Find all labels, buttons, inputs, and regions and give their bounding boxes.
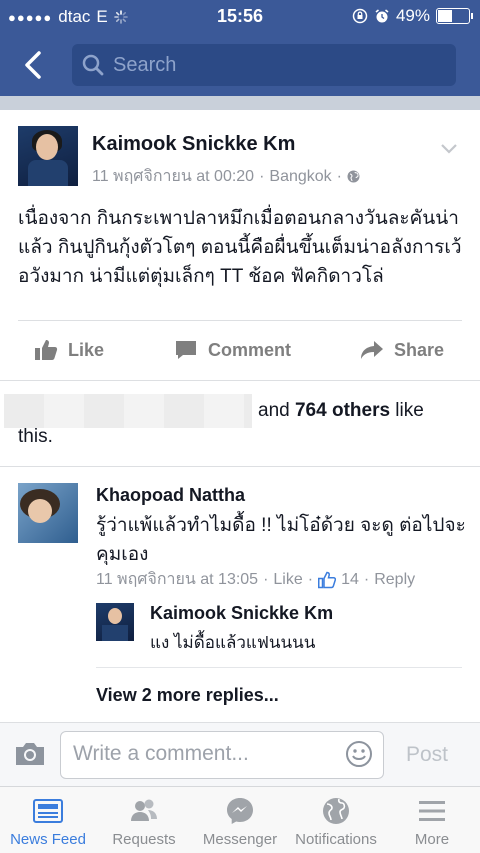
reply-author-avatar[interactable] [96, 603, 134, 641]
comment-like-count[interactable]: 14 [341, 571, 359, 589]
search-bar[interactable]: Search [72, 44, 456, 86]
back-arrow-icon[interactable] [22, 50, 44, 80]
post-meta: 11 พฤศจิกายน at 00:20 · Bangkok · [92, 164, 360, 189]
tab-requests[interactable]: Requests [96, 795, 192, 848]
post-actions: Like Comment Share [0, 322, 480, 380]
rotation-lock-icon [352, 8, 368, 24]
view-more-replies-link[interactable]: View 2 more replies... [96, 685, 279, 706]
bottom-tab-bar: News Feed Requests Messenger Notificatio… [0, 786, 480, 853]
alarm-icon [375, 9, 389, 23]
post-text: เนื่องจาก กินกระเพาปลาหมึกเมื่อตอนกลางวั… [18, 208, 462, 287]
navigation-bar: Search [0, 34, 480, 96]
reply-author-name[interactable]: Kaimook Snickke Km [150, 603, 333, 624]
comment-date: 11 พฤศจิกายน at 13:05 [96, 571, 259, 588]
like-button[interactable]: Like [34, 338, 104, 362]
comment-like-link[interactable]: Like [273, 571, 302, 589]
share-arrow-icon [361, 341, 383, 359]
commenter-avatar[interactable] [18, 483, 78, 543]
post-author-name[interactable]: Kaimook Snickke Km [92, 133, 295, 156]
tab-news-feed[interactable]: News Feed [0, 795, 96, 848]
likes-count: 764 others [294, 400, 391, 421]
liker-names-blurred[interactable] [4, 394, 252, 428]
likes-summary-end: this. [18, 426, 53, 447]
tab-more[interactable]: More [384, 795, 480, 848]
comment-bubble-icon [176, 341, 196, 359]
post-date[interactable]: 11 พฤศจิกายน at 00:20 [92, 164, 254, 189]
comment-meta: 11 พฤศจิกายน at 13:05 · Like · 14 · Repl… [96, 567, 415, 592]
globe-icon [323, 798, 349, 824]
comment-input-box[interactable] [60, 731, 384, 779]
tab-notifications[interactable]: Notifications [288, 795, 384, 848]
post-card: Kaimook Snickke Km 11 พฤศจิกายน at 00:20… [0, 110, 480, 466]
post-comment-button[interactable]: Post [406, 743, 448, 767]
search-icon [82, 54, 104, 76]
likes-summary[interactable]: and 764 others like [258, 400, 424, 422]
tab-messenger[interactable]: Messenger [192, 795, 288, 848]
share-button[interactable]: Share [360, 338, 444, 362]
menu-icon [419, 801, 445, 821]
news-feed-icon [33, 799, 63, 823]
status-bar: ●●●●● dtac E 15:56 49% [0, 0, 480, 34]
comment-input[interactable] [71, 741, 335, 767]
divider [18, 320, 462, 321]
camera-icon[interactable] [14, 741, 46, 767]
battery-icon [436, 8, 473, 24]
comment-reply-link[interactable]: Reply [374, 571, 415, 589]
comments-section: Khaopoad Nattha รู้ว่าแพ้แล้วทำไมดื้อ !!… [0, 466, 480, 723]
comment-text: รู้ว่าแพ้แล้วทำไมดื้อ !! ไม่โอ๋ด้วย จะดู… [96, 515, 466, 565]
post-location[interactable]: Bangkok [269, 168, 331, 186]
like-thumb-icon [35, 340, 58, 360]
smiley-icon[interactable] [345, 740, 373, 768]
battery-percentage: 49% [395, 6, 430, 25]
divider [0, 380, 480, 381]
divider [96, 667, 462, 668]
header-separator [0, 96, 480, 110]
globe-icon [347, 170, 360, 183]
comment-author-name[interactable]: Khaopoad Nattha [96, 485, 245, 506]
friend-requests-icon [131, 799, 157, 821]
chevron-down-icon[interactable] [440, 143, 458, 155]
author-avatar[interactable] [18, 126, 78, 186]
like-count-thumb-icon [318, 571, 337, 588]
search-placeholder: Search [113, 53, 177, 76]
reply-text: แง ไม่ดื้อแล้วแฟนนนน [150, 633, 316, 652]
messenger-icon [227, 798, 253, 824]
battery-level [438, 10, 452, 22]
comment-button[interactable]: Comment [174, 338, 291, 362]
comment-composer: Post [0, 722, 480, 787]
